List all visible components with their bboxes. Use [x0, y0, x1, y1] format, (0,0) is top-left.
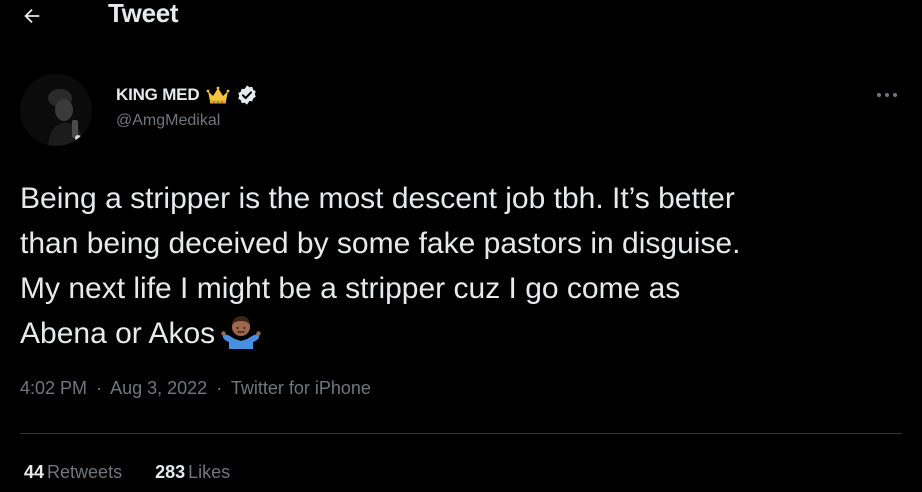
tweet-time[interactable]: 4:02 PM: [20, 378, 87, 398]
tweet-meta: 4:02 PM · Aug 3, 2022 · Twitter for iPho…: [20, 378, 371, 399]
meta-separator: ·: [216, 378, 223, 398]
tweet-header: Tweet: [0, 0, 922, 38]
crown-icon: [206, 85, 230, 105]
retweets-count: 44: [24, 462, 45, 482]
likes-stat[interactable]: 283 Likes: [155, 462, 230, 482]
display-name[interactable]: KING MED: [116, 85, 200, 105]
more-options-button[interactable]: [870, 84, 904, 106]
retweets-stat[interactable]: 44 Retweets: [24, 462, 122, 482]
avatar[interactable]: [20, 74, 92, 146]
likes-count: 283: [155, 462, 186, 482]
tweet-line: My next life I might be a stripper cuz I…: [20, 272, 681, 305]
tweet-source-link[interactable]: Twitter for iPhone: [231, 378, 371, 398]
back-button[interactable]: [10, 0, 54, 38]
avatar-image: [20, 74, 92, 146]
tweet-line-last: Abena or Akos: [20, 311, 910, 362]
tweet-line-text: Abena or Akos: [20, 317, 216, 350]
man-shrugging-emoji: [221, 315, 261, 362]
page-title: Tweet: [108, 0, 179, 28]
divider: [20, 433, 902, 434]
retweets-label: Retweets: [47, 462, 123, 482]
tweet-line: than being deceived by some fake pastors…: [20, 227, 741, 260]
verified-badge-icon: [236, 84, 258, 106]
author-handle[interactable]: @AmgMedikal: [116, 112, 220, 130]
tweet-stats: 44 Retweets 283 Likes: [24, 462, 258, 483]
author-name-row: KING MED: [116, 84, 258, 106]
arrow-left-icon: [24, 8, 40, 24]
tweet-date[interactable]: Aug 3, 2022: [110, 378, 207, 398]
meta-separator: ·: [96, 378, 103, 398]
likes-label: Likes: [188, 462, 231, 482]
more-options-icon: [877, 93, 897, 97]
tweet-line: Being a stripper is the most descent job…: [20, 182, 735, 215]
tweet-text: Being a stripper is the most descent job…: [20, 176, 910, 362]
